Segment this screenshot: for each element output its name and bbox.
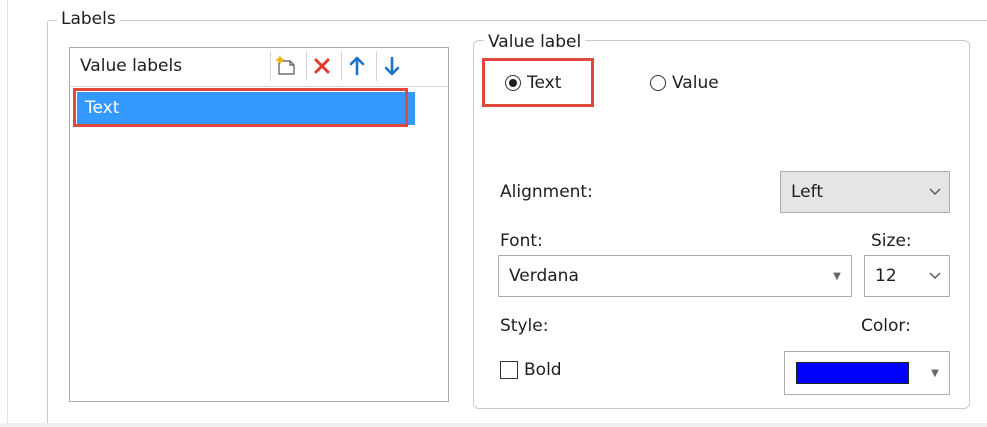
value-labels-list-header: Value labels (70, 48, 448, 87)
value-label-group-title: Value label (484, 32, 586, 52)
move-up-button[interactable] (341, 51, 372, 81)
size-dropdown[interactable]: 12 (864, 255, 950, 297)
arrow-down-icon (384, 56, 400, 76)
style-label: Style: (500, 316, 549, 336)
new-document-icon (275, 55, 295, 75)
radio-unselected-icon (650, 75, 666, 91)
new-label-button[interactable] (270, 51, 301, 81)
font-dropdown[interactable]: Verdana ▼ (498, 255, 852, 297)
move-down-button[interactable] (376, 51, 407, 81)
font-label: Font: (500, 231, 543, 251)
bottom-border (0, 423, 987, 427)
chevron-down-icon (921, 266, 949, 286)
chevron-down-icon (921, 182, 949, 202)
size-label: Size: (871, 231, 912, 251)
radio-value-option[interactable]: Value (650, 73, 719, 93)
font-value: Verdana (509, 266, 579, 286)
list-item-highlight (73, 88, 408, 127)
alignment-label: Alignment: (500, 182, 593, 202)
left-border-line (7, 0, 8, 427)
alignment-value: Left (791, 182, 823, 202)
radio-value-label: Value (672, 73, 719, 93)
delete-x-icon (314, 58, 330, 74)
labels-group-title: Labels (57, 9, 120, 29)
color-picker[interactable]: ▼ (784, 351, 950, 395)
value-labels-header-label: Value labels (80, 56, 183, 76)
checkbox-unchecked-icon (500, 361, 518, 379)
bold-label: Bold (524, 360, 562, 380)
dropdown-arrow-icon: ▼ (833, 270, 841, 282)
size-value: 12 (875, 266, 897, 286)
color-label: Color: (861, 316, 911, 336)
radio-text-highlight (482, 58, 594, 107)
color-swatch (796, 362, 909, 384)
bold-checkbox[interactable]: Bold (500, 360, 562, 380)
arrow-up-icon (349, 56, 365, 76)
delete-label-button[interactable] (306, 51, 337, 81)
alignment-dropdown[interactable]: Left (780, 171, 950, 213)
dropdown-arrow-icon: ▼ (931, 367, 939, 379)
